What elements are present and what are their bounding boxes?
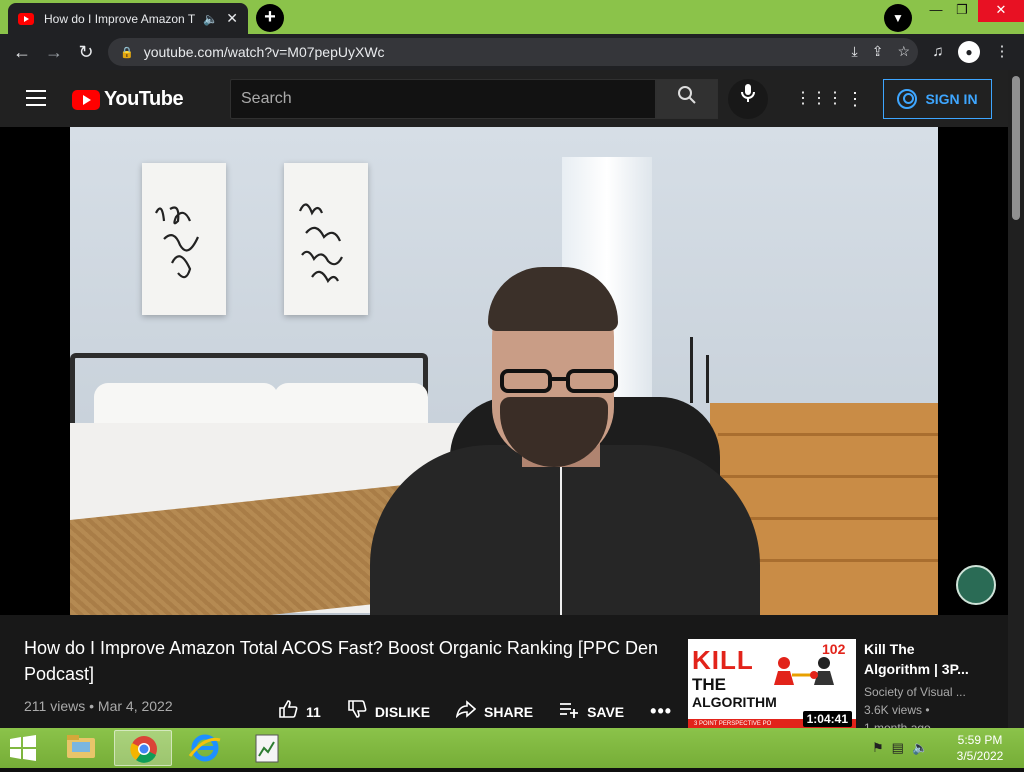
share-button[interactable]: SHARE: [455, 699, 534, 724]
taskbar-clock[interactable]: 5:59 PM 3/5/2022: [946, 732, 1014, 764]
eyeglasses: [500, 369, 618, 393]
window-restore-button[interactable]: ❐: [946, 0, 978, 22]
recommended-channel-name[interactable]: Society of Visual ...: [864, 685, 966, 699]
share-arrow-icon: [455, 699, 477, 724]
browser-menu-icon[interactable]: ⋮: [990, 40, 1014, 64]
thumbnail-text-kill: KILL: [692, 645, 754, 675]
meta-separator: •: [89, 698, 98, 714]
recommended-view-count: 3.6K views •: [864, 703, 930, 717]
apps-grid-icon[interactable]: ⋮⋮⋮: [795, 87, 843, 111]
tab-title: How do I Improve Amazon T: [44, 11, 196, 26]
network-icon[interactable]: ▤: [892, 740, 904, 756]
recommended-video-thumbnail[interactable]: KILL THE ALGORITHM 102 3 POINT PERSPECTI…: [688, 639, 856, 729]
windows-start-icon[interactable]: [8, 734, 38, 762]
page-scrollbar-thumb[interactable]: [1012, 76, 1020, 220]
thumbs-down-icon: [347, 699, 367, 724]
recommended-video-title[interactable]: Kill The Algorithm | 3P...: [864, 639, 982, 679]
user-circle-icon: [897, 89, 918, 109]
voice-search-button[interactable]: [728, 79, 768, 119]
thumbnail-text-algorithm: ALGORITHM: [692, 694, 777, 710]
new-tab-button[interactable]: +: [256, 4, 284, 32]
hamburger-menu-icon[interactable]: [26, 90, 46, 106]
tab-search-button[interactable]: ▼: [884, 4, 912, 32]
youtube-wordmark: YouTube: [104, 88, 184, 110]
settings-more-icon[interactable]: ⋮: [843, 87, 867, 111]
chrome-icon: [130, 736, 157, 763]
address-bar[interactable]: 🔒 youtube.com/watch?v=M07pepUyXWc ⤓ ⇪ ☆: [108, 38, 918, 66]
reload-icon[interactable]: ↻: [74, 40, 98, 64]
page-scrollbar[interactable]: [1008, 70, 1024, 728]
bookmark-star-icon[interactable]: ☆: [897, 43, 910, 60]
thumbnail-figures-illustration: [774, 657, 834, 685]
candle-holder: [706, 355, 709, 403]
thumbnail-text-the: THE: [692, 675, 726, 694]
action-center-flag-icon[interactable]: ⚑: [872, 740, 884, 756]
share-page-icon[interactable]: ⇪: [872, 43, 884, 60]
browser-tab[interactable]: How do I Improve Amazon T 🔈 ✕: [8, 3, 248, 34]
search-icon: [678, 86, 696, 104]
taskbar-chrome[interactable]: [114, 730, 172, 766]
window-close-button[interactable]: ✕: [978, 0, 1024, 22]
video-title: How do I Improve Amazon Total ACOS Fast?…: [24, 638, 658, 684]
dresser-drawer: [718, 475, 938, 507]
view-count: 211 views: [24, 698, 86, 714]
search-input[interactable]: Search: [230, 79, 656, 119]
video-duration-badge: 1:04:41: [802, 711, 852, 727]
more-actions-icon[interactable]: •••: [650, 701, 672, 722]
browser-toolbar: ← → ↻ 🔒 youtube.com/watch?v=M07pepUyXWc …: [0, 34, 1024, 70]
like-button[interactable]: 11: [278, 699, 321, 724]
wall-poster-right: [284, 163, 368, 315]
lock-icon[interactable]: 🔒: [120, 46, 134, 59]
search-button[interactable]: [656, 79, 718, 119]
taskbar-file-explorer[interactable]: [52, 730, 110, 766]
back-arrow-icon[interactable]: ←: [10, 40, 34, 64]
sign-in-button[interactable]: SIGN IN: [883, 79, 992, 119]
youtube-logo[interactable]: YouTube: [72, 88, 184, 111]
taskbar-chart-app[interactable]: [238, 730, 296, 766]
video-metadata: 211 views • Mar 4, 2022: [24, 698, 173, 714]
candle-holder: [690, 337, 693, 403]
forward-arrow-icon[interactable]: →: [42, 40, 66, 64]
tab-close-icon[interactable]: ✕: [226, 10, 238, 27]
channel-watermark-icon[interactable]: [956, 565, 996, 605]
recommended-video[interactable]: KILL THE ALGORITHM 102 3 POINT PERSPECTI…: [688, 639, 1004, 735]
dresser-drawer: [718, 433, 938, 465]
video-player[interactable]: [0, 127, 1008, 615]
folder-icon: [67, 735, 95, 758]
taskbar-internet-explorer[interactable]: [176, 730, 234, 766]
volume-muted-icon[interactable]: 🔈: [912, 740, 928, 756]
video-info-section: How do I Improve Amazon Total ACOS Fast?…: [0, 615, 1008, 735]
dislike-button[interactable]: DISLIKE: [347, 699, 430, 724]
install-app-icon[interactable]: ⤓: [852, 43, 858, 60]
video-frame[interactable]: [70, 127, 938, 615]
youtube-play-logo-icon: [72, 89, 100, 110]
save-label: SAVE: [587, 703, 625, 720]
url-text[interactable]: youtube.com/watch?v=M07pepUyXWc: [144, 44, 385, 60]
internet-explorer-icon: [188, 734, 221, 762]
system-tray: ⚑ ▤ 🔈: [872, 740, 928, 756]
profile-avatar-icon[interactable]: ●: [958, 41, 980, 63]
clock-time: 5:59 PM: [957, 733, 1003, 747]
wall-poster-left: [142, 163, 226, 315]
chart-document-icon: [255, 734, 279, 763]
thumbs-up-icon: [278, 699, 298, 724]
speaker-icon[interactable]: 🔈: [203, 12, 218, 26]
earphone-cable: [560, 467, 562, 615]
playlist-add-icon: [559, 699, 579, 724]
share-label: SHARE: [484, 703, 534, 720]
upload-date: Mar 4, 2022: [97, 698, 173, 714]
microphone-icon: [741, 84, 755, 102]
save-button[interactable]: SAVE: [559, 699, 624, 724]
media-control-icon[interactable]: ♫: [926, 40, 950, 64]
like-count: 11: [306, 703, 321, 720]
youtube-header: YouTube Search ⋮⋮⋮ ⋮ SIGN IN: [0, 70, 1008, 127]
browser-tab-strip: How do I Improve Amazon T 🔈 ✕ + ▼ — ❐ ✕: [0, 0, 1024, 34]
youtube-favicon-icon: [18, 12, 34, 25]
dislike-label: DISLIKE: [374, 703, 431, 720]
video-actions: 11 DISLIKE SHARE SAVE •••: [278, 699, 672, 724]
sign-in-label: SIGN IN: [925, 91, 978, 107]
windows-taskbar: ⚑ ▤ 🔈 5:59 PM 3/5/2022: [0, 728, 1024, 768]
clock-date: 3/5/2022: [956, 749, 1004, 763]
person-torso: [370, 445, 760, 615]
